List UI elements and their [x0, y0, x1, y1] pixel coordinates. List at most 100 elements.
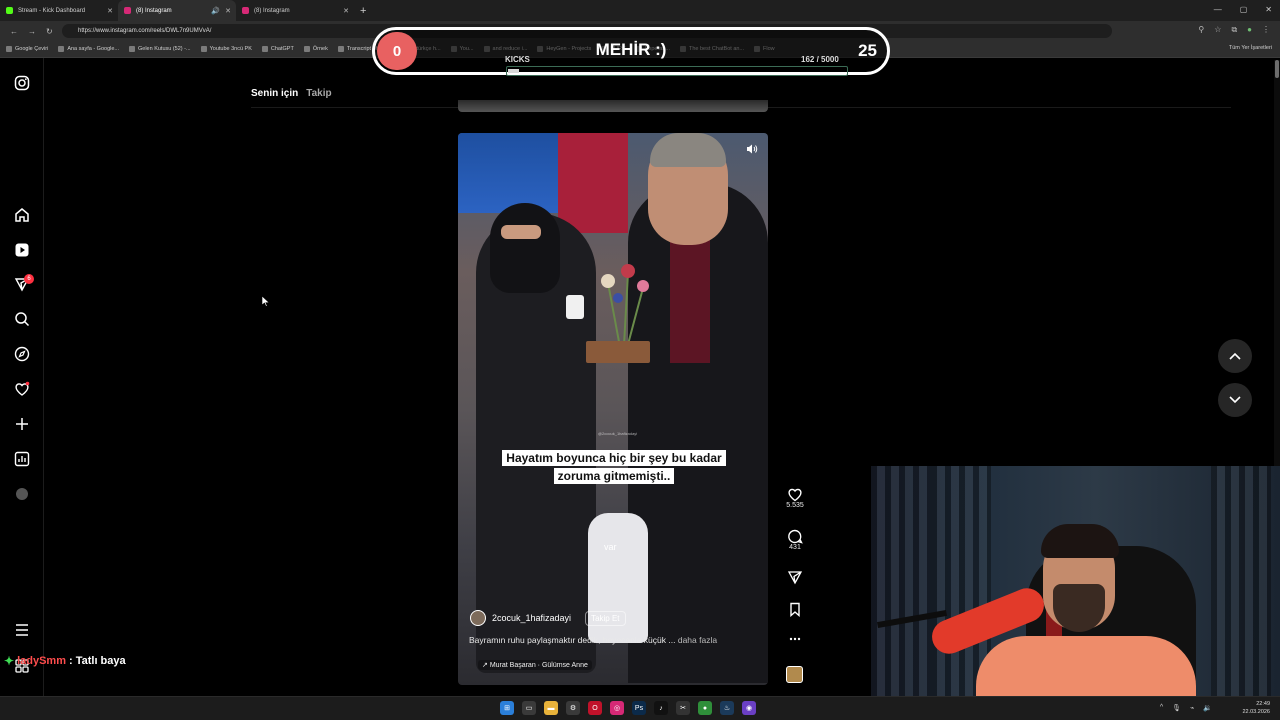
- maximize-icon[interactable]: ▢: [1240, 5, 1248, 14]
- wooden-tray: [586, 341, 650, 363]
- back-icon[interactable]: ←: [10, 27, 18, 36]
- overlay-right-count: 25: [858, 41, 877, 60]
- chat-text: : Tatlı baya: [68, 655, 126, 667]
- close-tab-icon[interactable]: ✕: [225, 7, 231, 15]
- more-options-button[interactable]: [784, 635, 806, 643]
- notification-count-badge: 6: [24, 274, 34, 284]
- tiktok-icon[interactable]: ♪: [654, 701, 668, 715]
- photoshop-icon[interactable]: Ps: [632, 701, 646, 715]
- zoom-icon[interactable]: ⚲: [1198, 25, 1204, 35]
- reel-caption[interactable]: Bayramın ruhu paylaşmaktır dedik, heyeca…: [469, 635, 717, 645]
- instagram-app-icon[interactable]: ◎: [610, 701, 624, 715]
- windows-taskbar: ⊞ ▭ ▬ ⚙ O ◎ Ps ♪ ✂ ● ♨ ◉ ^ 🎙 ⌁ 🔉 22:49 2…: [0, 696, 1280, 720]
- bookmark-favicon-icon: [200, 46, 207, 52]
- comment-button[interactable]: 431: [784, 529, 806, 551]
- like-count: 5.535: [786, 502, 804, 509]
- chrome-icon[interactable]: ●: [698, 701, 712, 715]
- forward-icon[interactable]: →: [28, 27, 36, 36]
- bookmark-star-icon[interactable]: ☆: [1214, 25, 1221, 35]
- explore-icon[interactable]: [12, 344, 32, 364]
- scrollbar-thumb[interactable]: [1275, 60, 1279, 78]
- subtitle-line-1: Hayatım boyunca hiç bir şey bu kadar: [502, 450, 726, 466]
- previous-reel-button[interactable]: [1218, 339, 1252, 373]
- follow-button[interactable]: Takip Et: [585, 610, 626, 626]
- all-bookmarks-link[interactable]: Tüm Yer İşaretleri: [1229, 45, 1272, 51]
- webcam-feed: [871, 466, 1280, 696]
- bookmark-item[interactable]: ChatGPT: [261, 46, 294, 52]
- home-icon[interactable]: [12, 205, 32, 225]
- comment-icon: [788, 529, 803, 544]
- reel-video[interactable]: @2cocuk_1hafizadayi Hayatım boyunca hiç …: [458, 133, 768, 685]
- bookmark-favicon-icon: [261, 46, 268, 52]
- task-view-icon[interactable]: ▭: [522, 701, 536, 715]
- steam-icon[interactable]: ♨: [720, 701, 734, 715]
- bookmark-item[interactable]: Örnek: [303, 46, 328, 52]
- new-tab-button[interactable]: +: [360, 5, 366, 17]
- browser-tab-kick[interactable]: Stream - Kick Dashboard ✕: [0, 0, 118, 21]
- system-tray: ^ 🎙 ⌁ 🔉: [1160, 704, 1212, 712]
- instagram-sidebar: [0, 58, 44, 720]
- create-plus-icon[interactable]: [12, 414, 32, 434]
- bookmark-item[interactable]: Youtube 3ncü PK: [200, 46, 252, 52]
- save-button[interactable]: [784, 602, 806, 617]
- bookmark-label: Google Çeviri: [15, 46, 49, 52]
- browser-tab-instagram-active[interactable]: (8) Instagram 🔊 ✕: [118, 0, 236, 21]
- dashboard-icon[interactable]: [12, 449, 32, 469]
- reload-icon[interactable]: ↻: [46, 27, 53, 36]
- author-avatar[interactable]: [470, 610, 486, 626]
- caption-more-link[interactable]: daha fazla: [678, 635, 717, 645]
- bookmark-item[interactable]: Gelen Kutusu (52) -...: [129, 46, 191, 52]
- sound-toggle-icon[interactable]: [746, 143, 758, 155]
- obs-icon[interactable]: ◉: [742, 701, 756, 715]
- network-icon[interactable]: ⌁: [1190, 704, 1194, 712]
- bookmark-favicon-icon: [303, 46, 310, 52]
- next-reel-button[interactable]: [1218, 383, 1252, 417]
- settings-gear-icon[interactable]: ⚙: [566, 701, 580, 715]
- menu-icon[interactable]: ⋮: [1262, 25, 1270, 35]
- browser-tab-instagram[interactable]: (8) Instagram ✕: [236, 0, 354, 21]
- bookmark-favicon-icon: [6, 46, 12, 52]
- comment-count: 431: [789, 544, 801, 551]
- man-scarf: [670, 233, 710, 363]
- tab-following[interactable]: Takip: [306, 88, 331, 99]
- bookmark-item[interactable]: Ana sayfa - Google...: [58, 46, 119, 52]
- profile-avatar-icon[interactable]: [12, 484, 32, 504]
- tray-chevron-icon[interactable]: ^: [1160, 704, 1163, 712]
- instagram-logo-icon[interactable]: [12, 73, 32, 93]
- system-clock[interactable]: 22:49 22.03.2026: [1242, 700, 1270, 716]
- author-username[interactable]: 2cocuk_1hafizadayi: [492, 613, 571, 623]
- like-button[interactable]: 5.535: [784, 487, 806, 509]
- more-menu-icon[interactable]: [12, 620, 32, 640]
- opera-icon[interactable]: O: [588, 701, 602, 715]
- close-tab-icon[interactable]: ✕: [107, 7, 113, 15]
- microphone-tray-icon[interactable]: 🎙: [1172, 704, 1181, 712]
- reels-icon[interactable]: [12, 240, 32, 260]
- music-attribution[interactable]: ↗ Murat Başaran · Gülümse Anne: [478, 660, 592, 670]
- tab-for-you[interactable]: Senin için: [251, 88, 298, 99]
- address-icons: ⚲ ☆ ⧉ ● ⋮: [1198, 25, 1270, 35]
- file-explorer-icon[interactable]: ▬: [544, 701, 558, 715]
- start-windows-icon[interactable]: ⊞: [500, 701, 514, 715]
- search-icon[interactable]: [12, 309, 32, 329]
- subtitle-line-2: zoruma gitmemişti..: [553, 468, 675, 484]
- bookmark-favicon-icon: [58, 46, 65, 52]
- capcut-icon[interactable]: ✂: [676, 701, 690, 715]
- close-tab-icon[interactable]: ✕: [343, 7, 349, 15]
- man-hair: [650, 133, 726, 167]
- woman-niqab: [490, 203, 560, 293]
- audio-cover-thumbnail[interactable]: [786, 666, 803, 683]
- tab-title: (8) Instagram: [136, 7, 172, 14]
- profile-avatar-icon[interactable]: ●: [1247, 25, 1252, 35]
- volume-icon[interactable]: 🔉: [1203, 704, 1212, 712]
- share-button[interactable]: [784, 570, 806, 585]
- notifications-heart-icon[interactable]: [12, 379, 32, 399]
- bookmark-icon: [790, 602, 800, 617]
- bookmark-label: Youtube 3ncü PK: [209, 46, 252, 52]
- bookmark-item[interactable]: Google Çeviri: [6, 46, 48, 52]
- close-window-icon[interactable]: ✕: [1265, 5, 1272, 14]
- woman-eyes: [501, 225, 541, 239]
- minimize-icon[interactable]: —: [1214, 5, 1222, 14]
- extensions-icon[interactable]: ⧉: [1231, 25, 1237, 35]
- speaker-icon[interactable]: 🔊: [211, 7, 220, 15]
- reel-author: 2cocuk_1hafizadayi Takip Et: [470, 610, 626, 626]
